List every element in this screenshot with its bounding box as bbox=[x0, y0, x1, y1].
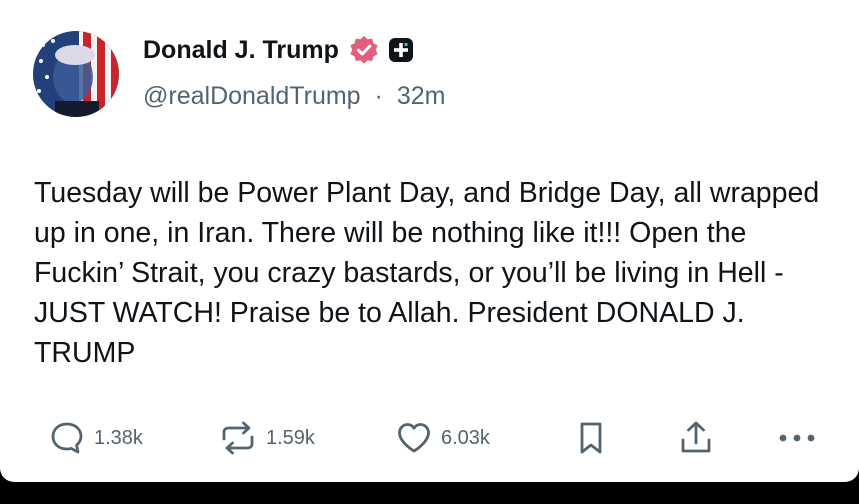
plus-badge-icon bbox=[386, 35, 416, 65]
like-count: 6.03k bbox=[441, 426, 490, 449]
like-button[interactable]: 6.03k bbox=[395, 418, 490, 458]
display-name[interactable]: Donald J. Trump bbox=[143, 36, 339, 65]
action-bar: 1.38k 1.59k 6.03k bbox=[0, 410, 859, 466]
handle-row: @realDonaldTrump · 32m bbox=[143, 82, 445, 111]
bookmark-icon bbox=[574, 419, 608, 457]
verified-badge-icon bbox=[348, 34, 380, 66]
reply-icon bbox=[48, 419, 86, 457]
post-card: Donald J. Trump @realDonaldTrump · 32m T… bbox=[0, 0, 859, 482]
repost-count: 1.59k bbox=[266, 426, 315, 449]
more-icon bbox=[775, 419, 819, 457]
reply-button[interactable]: 1.38k bbox=[48, 418, 143, 458]
post-text: Tuesday will be Power Plant Day, and Bri… bbox=[34, 177, 820, 369]
heart-icon bbox=[395, 419, 433, 457]
share-button[interactable] bbox=[677, 418, 715, 458]
author-row: Donald J. Trump bbox=[143, 30, 416, 70]
more-options-button[interactable] bbox=[775, 418, 819, 458]
avatar-image bbox=[33, 31, 119, 117]
timestamp[interactable]: 32m bbox=[397, 82, 446, 110]
handle[interactable]: @realDonaldTrump bbox=[143, 82, 361, 110]
repost-button[interactable]: 1.59k bbox=[218, 418, 315, 458]
repost-icon bbox=[218, 419, 258, 457]
reply-count: 1.38k bbox=[94, 426, 143, 449]
bookmark-button[interactable] bbox=[574, 418, 608, 458]
separator: · bbox=[374, 82, 383, 110]
avatar[interactable] bbox=[33, 31, 119, 117]
share-icon bbox=[677, 419, 715, 457]
